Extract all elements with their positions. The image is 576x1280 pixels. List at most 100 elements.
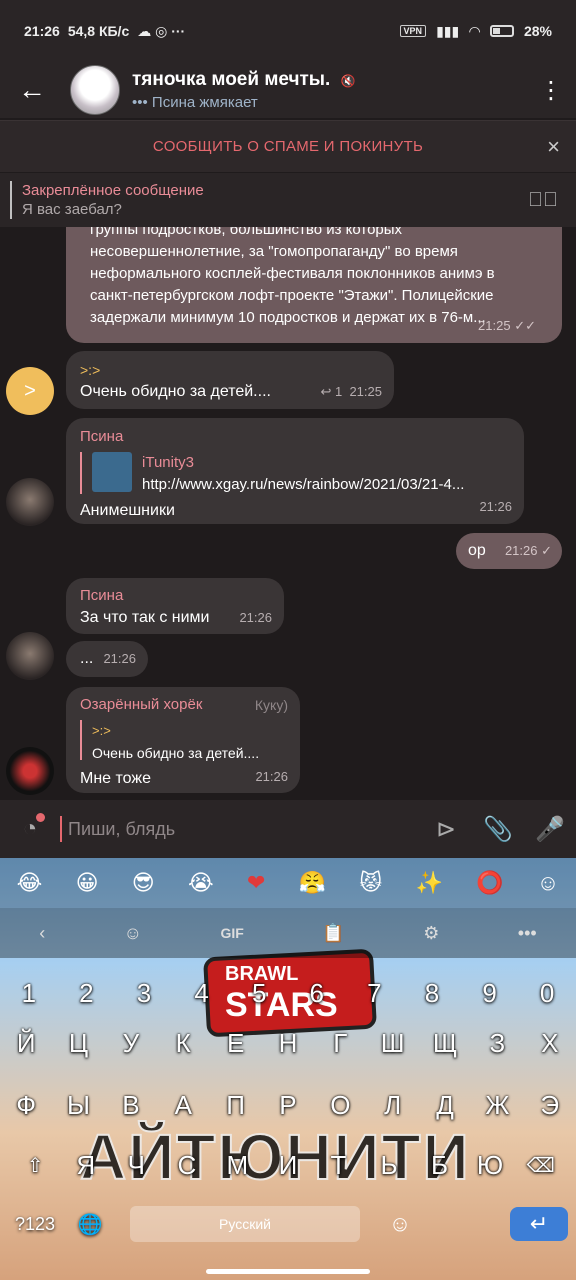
avatar[interactable]: > — [6, 367, 54, 415]
message-m3[interactable]: ор 21:26 ✓ — [456, 533, 562, 569]
key-letter[interactable]: М — [213, 1150, 261, 1181]
key-letter[interactable]: Б — [416, 1150, 464, 1181]
letter-row-1: Й Ц У К Е Н Г Ш Щ З Х — [0, 1028, 576, 1059]
key-letter[interactable]: В — [107, 1090, 155, 1121]
key-letter[interactable]: Э — [526, 1090, 574, 1121]
message-m4[interactable]: Псина За что так с ними 21:26 — [66, 578, 284, 634]
key-letter[interactable]: Ю — [466, 1150, 514, 1181]
key-letter[interactable]: Д — [421, 1090, 469, 1121]
emoji-key[interactable]: ☺ — [537, 870, 559, 896]
back-arrow-icon[interactable]: ← — [0, 74, 64, 106]
key-letter[interactable]: А — [159, 1090, 207, 1121]
pinned-message[interactable]: Закреплённое сообщение Я вас заебал? ✕⃥ — [0, 173, 576, 227]
key-letter[interactable]: Щ — [421, 1028, 469, 1059]
sticker-tool-icon[interactable]: ☺ — [124, 923, 142, 944]
key-letter[interactable]: П — [212, 1090, 260, 1121]
emoji-key[interactable]: 😤 — [299, 870, 326, 896]
message-news[interactable]: группы подростков, большинство из которы… — [66, 227, 562, 343]
key-letter[interactable]: З — [473, 1028, 521, 1059]
space-key[interactable]: Русский — [130, 1206, 360, 1242]
key-letter[interactable]: Ш — [369, 1028, 417, 1059]
key-9[interactable]: 9 — [466, 978, 514, 1009]
gear-icon[interactable]: ⚙ — [423, 923, 439, 944]
message-m5[interactable]: ... 21:26 — [66, 641, 148, 677]
message-m6[interactable]: Озарённый хорёк Куку) >:> Очень обидно з… — [66, 687, 300, 793]
key-letter[interactable]: Х — [526, 1028, 574, 1059]
key-0[interactable]: 0 — [523, 978, 571, 1009]
key-4[interactable]: 4 — [178, 978, 226, 1009]
backspace-icon[interactable]: ⌫ — [517, 1153, 565, 1178]
key-letter[interactable]: У — [107, 1028, 155, 1059]
globe-icon[interactable]: 🌐 — [70, 1212, 110, 1237]
key-1[interactable]: 1 — [5, 978, 53, 1009]
close-icon[interactable]: × — [547, 134, 560, 160]
emoji-key[interactable]: ❤ — [247, 870, 265, 896]
message-m2[interactable]: Псина iTunity3 http://www.xgay.ru/news/r… — [66, 418, 524, 524]
avatar[interactable] — [6, 478, 54, 526]
chat-titles[interactable]: тяночка моей мечты. 🔇 ••• Псина жмякает — [132, 69, 356, 111]
key-letter[interactable]: Ц — [55, 1028, 103, 1059]
network-speed: 54,8 КБ/с — [67, 23, 130, 39]
key-letter[interactable]: Й — [2, 1028, 50, 1059]
key-letter[interactable]: К — [159, 1028, 207, 1059]
clipboard-icon[interactable]: 📋 — [322, 923, 344, 944]
emoji-key[interactable]: ⭕ — [476, 870, 503, 896]
key-letter[interactable]: И — [264, 1150, 312, 1181]
key-letter[interactable]: Г — [316, 1028, 364, 1059]
chat-avatar[interactable] — [70, 65, 120, 115]
key-8[interactable]: 8 — [408, 978, 456, 1009]
chat-status: ••• Псина жмякает — [132, 94, 258, 111]
emoji-icon[interactable]: ☺ — [370, 1211, 430, 1237]
key-letter[interactable]: О — [316, 1090, 364, 1121]
emoji-key[interactable]: 😎 — [132, 870, 155, 896]
attach-icon[interactable]: 📎 — [472, 815, 524, 844]
key-letter[interactable]: Н — [264, 1028, 312, 1059]
bot-command-icon[interactable]: ⊳ — [420, 815, 472, 844]
key-letter[interactable]: Я — [62, 1150, 110, 1181]
key-letter[interactable]: Ч — [112, 1150, 160, 1181]
reply-quote[interactable]: >:> Очень обидно за детей.... — [80, 720, 286, 764]
gif-button[interactable]: GIF — [221, 925, 244, 941]
emoji-key[interactable]: 😂 — [17, 870, 43, 896]
key-letter[interactable]: Р — [264, 1090, 312, 1121]
unpin-icon[interactable]: ✕⃥ — [528, 189, 558, 212]
key-6[interactable]: 6 — [293, 978, 341, 1009]
link-url[interactable]: http://www.xgay.ru/news/rainbow/2021/03/… — [142, 474, 464, 496]
message-m1[interactable]: >:> Очень обидно за детей.... ↩ 1 21:25 — [66, 351, 394, 409]
key-letter[interactable]: Ф — [2, 1090, 50, 1121]
shift-icon[interactable]: ⇧ — [11, 1153, 59, 1178]
key-5[interactable]: 5 — [235, 978, 283, 1009]
report-spam-button[interactable]: СООБЩИТЬ О СПАМЕ И ПОКИНУТЬ — [153, 138, 423, 155]
spam-bar: СООБЩИТЬ О СПАМЕ И ПОКИНУТЬ × — [0, 120, 576, 172]
letter-row-2: Ф Ы В А П Р О Л Д Ж Э — [0, 1090, 576, 1121]
more-icon[interactable]: ••• — [518, 923, 537, 944]
sender-name: >:> — [80, 362, 101, 378]
gesture-nav-bar[interactable] — [206, 1269, 370, 1274]
sticker-icon[interactable]: ◔ — [0, 813, 60, 843]
key-letter[interactable]: Т — [314, 1150, 362, 1181]
enter-key[interactable]: ↵ — [510, 1207, 568, 1241]
message-time: 21:26 ✓ — [504, 543, 552, 558]
link-preview[interactable]: iTunity3 http://www.xgay.ru/news/rainbow… — [80, 452, 510, 496]
key-letter[interactable]: Л — [369, 1090, 417, 1121]
key-letter[interactable]: Ь — [365, 1150, 413, 1181]
key-letter[interactable]: Ж — [473, 1090, 521, 1121]
microphone-icon[interactable]: 🎤 — [524, 815, 576, 844]
emoji-key[interactable]: 😾 — [359, 870, 382, 896]
avatar[interactable] — [6, 632, 54, 680]
key-2[interactable]: 2 — [62, 978, 110, 1009]
emoji-key[interactable]: ✨ — [415, 870, 442, 896]
chevron-left-icon[interactable]: ‹ — [39, 923, 45, 944]
key-7[interactable]: 7 — [350, 978, 398, 1009]
key-letter[interactable]: Е — [212, 1028, 260, 1059]
more-vert-icon[interactable]: ⋮ — [526, 76, 576, 105]
key-3[interactable]: 3 — [120, 978, 168, 1009]
key-letter[interactable]: Ы — [55, 1090, 103, 1121]
avatar[interactable] — [6, 747, 54, 795]
key-letter[interactable]: С — [163, 1150, 211, 1181]
symbols-key[interactable]: ?123 — [0, 1214, 70, 1235]
chat-area[interactable]: группы подростков, большинство из которы… — [0, 227, 576, 799]
emoji-key[interactable]: 😀 — [76, 870, 99, 896]
emoji-key[interactable]: 😭 — [188, 870, 214, 896]
message-input[interactable]: Пиши, блядь — [60, 816, 420, 842]
